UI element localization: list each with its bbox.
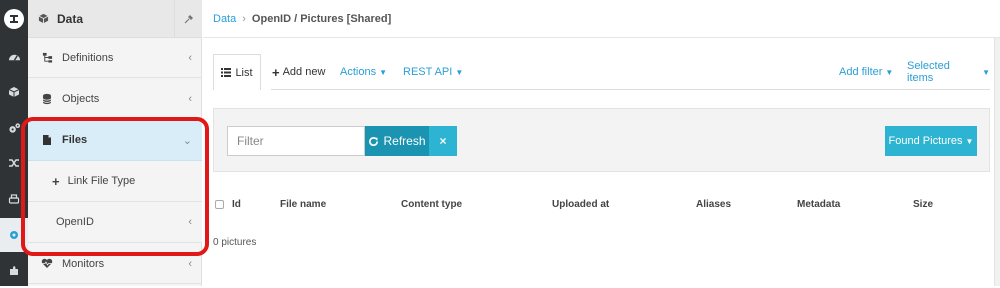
sidebar-item-definitions[interactable]: Definitions ‹ <box>28 38 202 78</box>
add-new-label: Add new <box>282 66 326 78</box>
empty-results-text: 0 pictures <box>213 237 257 248</box>
tab-list-label: List <box>235 66 253 79</box>
sitemap-icon <box>38 52 56 63</box>
icon-rail <box>0 0 28 286</box>
rest-api-label: REST API <box>403 66 453 78</box>
plus-icon: + <box>52 173 60 189</box>
rest-api-dropdown[interactable]: REST API ▼ <box>403 54 463 90</box>
column-header-uploaded-at[interactable]: Uploaded at <box>552 199 609 210</box>
sidebar-item-label: Definitions <box>62 51 114 64</box>
chevron-left-icon: ‹ <box>188 257 192 270</box>
toolbar: List + Add new Actions ▼ REST API ▼ Add … <box>213 54 990 90</box>
sidebar-item-monitors[interactable]: Monitors ‹ <box>28 244 202 284</box>
scrollbar[interactable] <box>994 38 1000 286</box>
sidebar-title: Data <box>57 11 84 26</box>
clear-filter-button[interactable]: × <box>429 126 457 156</box>
breadcrumb-separator: › <box>242 12 246 25</box>
gear-icon[interactable] <box>0 218 28 252</box>
sidebar-item-label: OpenID <box>56 216 94 228</box>
column-header-file-name[interactable]: File name <box>280 199 326 210</box>
column-header-metadata[interactable]: Metadata <box>797 199 840 210</box>
sidebar-item-label: Files <box>62 134 88 146</box>
caret-down-icon: ▼ <box>965 136 974 146</box>
selected-items-dropdown[interactable]: Selected items ▼ <box>907 54 990 90</box>
column-header-aliases[interactable]: Aliases <box>696 199 731 210</box>
shuffle-icon[interactable] <box>0 146 28 180</box>
add-filter-dropdown[interactable]: Add filter ▼ <box>839 54 893 90</box>
found-pictures-dropdown[interactable]: Found Pictures ▼ <box>885 126 977 156</box>
sidebar-item-openid[interactable]: OpenID ‹ <box>28 202 202 243</box>
refresh-icon <box>368 136 379 147</box>
sidebar-item-link-file-type[interactable]: + Link File Type <box>28 161 202 202</box>
sidebar-header: Data <box>28 0 202 38</box>
column-header-content-type[interactable]: Content type <box>401 199 462 210</box>
list-icon <box>221 68 232 77</box>
sidebar: Data Definitions ‹ Objects ‹ Files ⌄ + L… <box>28 0 202 286</box>
refresh-label: Refresh <box>383 134 426 148</box>
actions-label: Actions <box>340 66 377 78</box>
pin-icon[interactable] <box>174 0 202 38</box>
found-pictures-label: Found Pictures <box>888 135 963 147</box>
table-header: Id File name Content type Uploaded at Al… <box>213 195 990 215</box>
sidebar-item-objects[interactable]: Objects ‹ <box>28 79 202 119</box>
chevron-left-icon: ‹ <box>188 216 192 228</box>
plus-icon: + <box>272 64 280 80</box>
caret-down-icon: ▼ <box>885 67 894 77</box>
add-new-button[interactable]: + Add new <box>272 54 325 90</box>
database-icon <box>38 93 56 105</box>
puzzle-icon[interactable] <box>0 254 28 288</box>
sidebar-item-files[interactable]: Files ⌄ <box>28 120 202 161</box>
filter-panel: Refresh × Found Pictures ▼ <box>213 108 990 172</box>
add-filter-label: Add filter <box>839 66 883 78</box>
breadcrumb-current: OpenID / Pictures [Shared] <box>251 12 392 25</box>
tab-list[interactable]: List <box>213 54 261 90</box>
refresh-button[interactable]: Refresh <box>365 126 429 156</box>
cube-icon <box>38 13 49 24</box>
breadcrumb-root-link[interactable]: Data <box>213 13 236 25</box>
filter-input[interactable] <box>227 126 365 156</box>
column-header-id[interactable]: Id <box>232 199 241 210</box>
sidebar-item-label: Objects <box>62 92 100 105</box>
close-icon: × <box>439 134 447 148</box>
selected-items-label: Selected items <box>907 60 950 84</box>
dashboard-icon[interactable] <box>0 40 28 74</box>
chevron-left-icon: ‹ <box>188 51 192 64</box>
select-all-checkbox[interactable] <box>215 200 224 209</box>
main-content: Data › OpenID / Pictures [Shared] List +… <box>203 0 1000 286</box>
chevron-down-icon: ⌄ <box>182 134 192 147</box>
caret-down-icon: ▼ <box>982 67 990 77</box>
chevron-left-icon: ‹ <box>188 92 192 105</box>
breadcrumb: Data › OpenID / Pictures [Shared] <box>203 0 1000 38</box>
cube-icon[interactable] <box>0 75 28 109</box>
column-header-size[interactable]: Size <box>913 199 933 210</box>
sidebar-item-label: Monitors <box>62 257 105 270</box>
actions-dropdown[interactable]: Actions ▼ <box>340 54 387 90</box>
heartbeat-icon <box>38 258 56 269</box>
app-logo-icon[interactable] <box>0 2 28 36</box>
sidebar-item-label: Link File Type <box>67 175 136 187</box>
file-icon <box>38 134 56 146</box>
caret-down-icon: ▼ <box>379 67 387 77</box>
printer-icon[interactable] <box>0 182 28 216</box>
caret-down-icon: ▼ <box>455 67 464 77</box>
cogs-icon[interactable] <box>0 111 28 145</box>
